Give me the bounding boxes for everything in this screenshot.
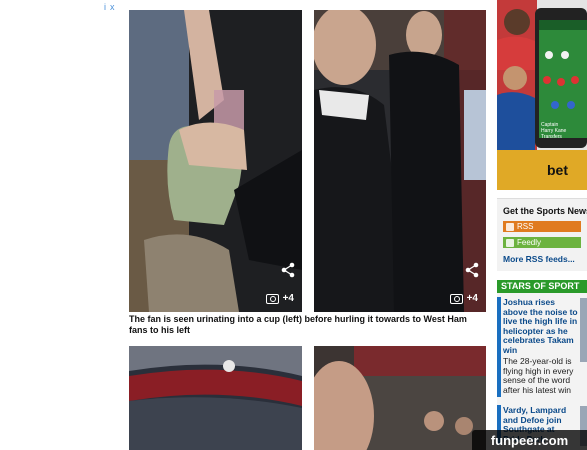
image-count[interactable]: +4 xyxy=(265,293,294,304)
photo-image xyxy=(314,10,486,312)
story-headline[interactable]: Joshua rises above the noise to live the… xyxy=(503,297,578,355)
ad-image xyxy=(497,0,587,190)
feedly-icon xyxy=(506,238,514,247)
camera-icon xyxy=(449,293,463,304)
bet-logo: bet xyxy=(547,162,568,178)
camera-icon xyxy=(265,293,279,304)
story-summary: The 28-year-old is flying high in every … xyxy=(503,356,574,395)
photo-stadium[interactable] xyxy=(129,346,302,450)
photo-fan-urinating[interactable]: +4 xyxy=(129,10,302,312)
more-rss-link[interactable]: More RSS feeds... xyxy=(503,254,575,264)
sports-news-box: Get the Sports News RSS Feedly More RSS … xyxy=(497,198,587,271)
photo-image xyxy=(129,10,302,312)
photo-image xyxy=(129,346,302,450)
fantasy-football-ad[interactable]: Captain Harry Kane Transfers bet xyxy=(497,0,587,190)
rss-button[interactable]: RSS xyxy=(503,221,581,232)
image-count-label: +4 xyxy=(466,293,478,304)
photo-fan-throwing[interactable]: +4 xyxy=(314,10,486,312)
adchoices-icon[interactable]: i xyxy=(104,2,106,12)
photo-crowd[interactable] xyxy=(314,346,486,450)
close-icon[interactable]: x xyxy=(110,2,115,12)
ad-choices[interactable]: ix xyxy=(104,2,115,12)
share-icon[interactable] xyxy=(464,262,480,278)
image-count-label: +4 xyxy=(282,293,294,304)
image-count[interactable]: +4 xyxy=(449,293,478,304)
feedly-button[interactable]: Feedly xyxy=(503,237,581,248)
rss-label: RSS xyxy=(517,222,534,231)
sidebar: Captain Harry Kane Transfers bet Get the… xyxy=(497,0,587,450)
phone-label: Transfers xyxy=(541,134,562,140)
story-thumbnail[interactable] xyxy=(580,298,587,362)
advert-area[interactable] xyxy=(0,0,126,450)
sports-news-title: Get the Sports News xyxy=(503,206,587,216)
stars-of-sport-list: Joshua rises above the noise to live the… xyxy=(497,293,587,450)
photo-image xyxy=(314,346,486,450)
photo-caption: The fan is seen urinating into a cup (le… xyxy=(129,314,467,335)
story-accent xyxy=(497,297,501,397)
watermark: funpeer.com xyxy=(472,430,587,450)
stars-of-sport-header: STARS OF SPORT xyxy=(497,280,587,293)
share-icon[interactable] xyxy=(280,262,296,278)
feedly-label: Feedly xyxy=(517,238,542,247)
rss-icon xyxy=(506,222,514,231)
